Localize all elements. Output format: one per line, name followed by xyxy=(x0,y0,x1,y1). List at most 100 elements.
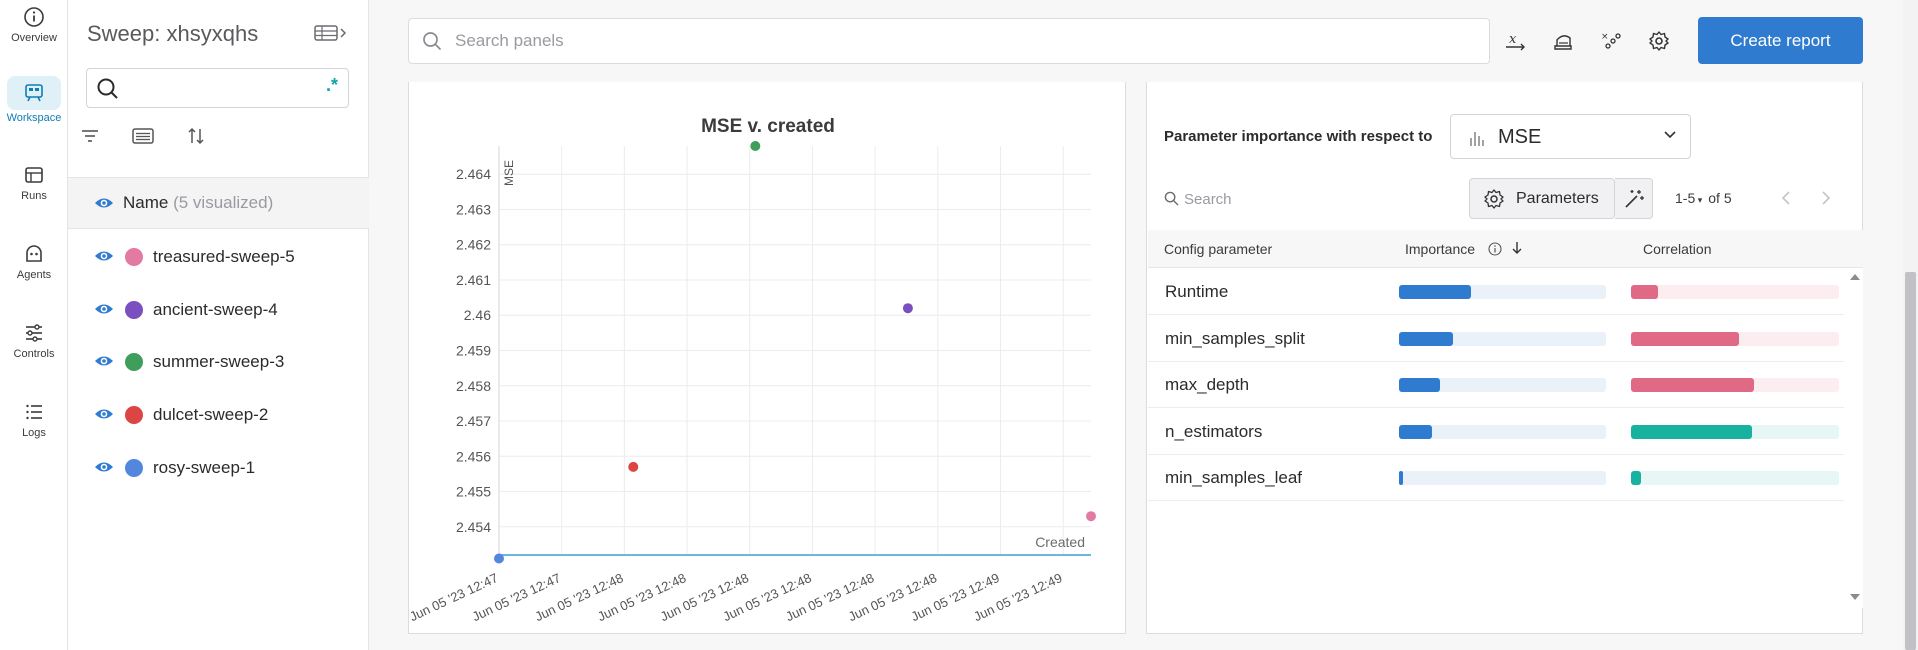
y-tick-label: 2.456 xyxy=(456,448,491,464)
scatter-chart[interactable]: 2.464 2.463 2.462 2.461 2.46 2.459 2.458 2.457 2… xyxy=(409,82,1127,634)
data-point[interactable] xyxy=(750,141,761,151)
nav-controls[interactable]: Controls xyxy=(0,322,68,360)
importance-bar-track xyxy=(1399,285,1606,299)
run-name[interactable]: dulcet-sweep-2 xyxy=(153,405,268,425)
scroll-down-arrow-icon[interactable] xyxy=(1850,594,1860,600)
chevron-down-icon xyxy=(1664,131,1676,139)
header-importance[interactable]: Importance xyxy=(1405,241,1475,257)
parameters-button[interactable]: Parameters xyxy=(1469,178,1615,219)
run-name[interactable]: summer-sweep-3 xyxy=(153,352,284,372)
param-table-scrollbar[interactable] xyxy=(1845,268,1863,608)
page-range-select[interactable]: 1-5 xyxy=(1675,190,1695,206)
nav-active-bg xyxy=(7,76,61,110)
run-color-dot[interactable] xyxy=(125,248,143,266)
eye-icon[interactable] xyxy=(94,459,114,475)
importance-bar xyxy=(1399,331,1453,346)
nav-workspace[interactable]: Workspace xyxy=(0,76,68,124)
metric-select[interactable]: MSE xyxy=(1450,114,1691,159)
run-row[interactable]: dulcet-sweep-2 xyxy=(68,396,369,436)
eye-icon[interactable] xyxy=(94,353,114,369)
y-tick-label: 2.458 xyxy=(456,378,491,394)
auto-params-button[interactable] xyxy=(1615,178,1653,219)
scroll-up-arrow-icon[interactable] xyxy=(1850,274,1860,280)
correlation-bar xyxy=(1631,331,1740,346)
data-point[interactable] xyxy=(1086,511,1096,522)
run-name[interactable]: rosy-sweep-1 xyxy=(153,458,255,478)
runs-name-header[interactable]: Name (5 visualized) xyxy=(68,177,369,229)
runs-search-input[interactable]: .* xyxy=(86,68,349,108)
correlation-bar xyxy=(1631,424,1752,439)
page-scrollbar-thumb[interactable] xyxy=(1905,272,1916,650)
data-point[interactable] xyxy=(902,303,913,314)
search-icon xyxy=(97,78,118,99)
importance-bar-track xyxy=(1399,424,1606,439)
regex-toggle[interactable]: .* xyxy=(326,75,338,96)
run-color-dot[interactable] xyxy=(125,301,143,319)
run-name[interactable]: ancient-sweep-4 xyxy=(153,300,278,320)
run-row[interactable]: treasured-sweep-5 xyxy=(68,238,369,278)
nav-label: Agents xyxy=(16,269,52,281)
data-point[interactable] xyxy=(628,461,639,472)
run-row[interactable]: rosy-sweep-1 xyxy=(68,449,369,489)
eye-icon[interactable] xyxy=(94,248,114,264)
param-name: Runtime xyxy=(1165,282,1229,301)
chevron-right-icon[interactable] xyxy=(1821,190,1831,206)
nav-logs[interactable]: Logs xyxy=(0,401,68,439)
importance-bar xyxy=(1399,285,1472,299)
y-tick-label: 2.46 xyxy=(464,307,491,323)
param-name: min_samples_split xyxy=(1165,328,1305,348)
panel-search-bar[interactable] xyxy=(408,18,1490,64)
run-row[interactable]: summer-sweep-3 xyxy=(68,343,369,383)
columns-icon[interactable] xyxy=(132,126,154,146)
param-row[interactable]: min_samples_leaf xyxy=(1148,455,1844,501)
chevron-left-icon[interactable] xyxy=(1781,190,1791,206)
eye-icon[interactable] xyxy=(94,301,114,317)
bar-chart-icon xyxy=(1470,132,1484,146)
nav-agents[interactable]: Agents xyxy=(0,243,68,281)
magic-wand-icon xyxy=(1625,190,1644,208)
param-row[interactable]: Runtime xyxy=(1148,269,1844,315)
panel-search-input[interactable] xyxy=(455,29,1355,53)
nav-label: Runs xyxy=(21,190,47,202)
run-name[interactable]: treasured-sweep-5 xyxy=(153,247,295,267)
correlation-bar-track xyxy=(1631,471,1839,485)
param-search-input[interactable] xyxy=(1184,189,1384,209)
sort-desc-arrow-icon[interactable] xyxy=(1511,241,1523,255)
param-name: n_estimators xyxy=(1165,421,1263,441)
nav-label: Workspace xyxy=(6,112,62,124)
run-color-dot[interactable] xyxy=(125,406,143,424)
run-color-dot[interactable] xyxy=(125,459,143,477)
table-view-toggle-icon[interactable] xyxy=(314,24,348,42)
svg-text:x: x xyxy=(1509,32,1517,47)
sort-icon[interactable] xyxy=(186,126,206,146)
sweep-title: Sweep: xhsyxqhs xyxy=(87,21,259,46)
run-color-dot[interactable] xyxy=(125,353,143,371)
param-row[interactable]: n_estimators xyxy=(1148,409,1844,455)
create-report-button[interactable]: Create report xyxy=(1698,17,1863,64)
param-row[interactable]: min_samples_split xyxy=(1148,316,1844,362)
importance-bar-track xyxy=(1399,471,1606,485)
search-icon xyxy=(423,32,442,51)
param-name: max_depth xyxy=(1165,375,1250,394)
x-axis-icon[interactable]: x xyxy=(1504,30,1526,52)
info-icon[interactable] xyxy=(1488,242,1502,256)
nav-runs[interactable]: Runs xyxy=(0,164,68,202)
param-row[interactable]: max_depth xyxy=(1148,362,1844,408)
eye-icon[interactable] xyxy=(94,406,114,422)
nav-overview[interactable]: Overview xyxy=(0,6,68,44)
header-config-parameter[interactable]: Config parameter xyxy=(1164,241,1272,257)
sliders-icon xyxy=(26,324,42,342)
eye-icon[interactable] xyxy=(94,195,114,211)
y-axis-label: MSE xyxy=(502,160,516,186)
metric-select-value: MSE xyxy=(1498,126,1542,148)
settings-gear-icon[interactable] xyxy=(1648,30,1670,52)
run-row[interactable]: ancient-sweep-4 xyxy=(68,291,369,331)
filter-icon[interactable] xyxy=(80,126,100,146)
outliers-icon[interactable]: × xyxy=(1600,30,1622,52)
page-total: of 5 xyxy=(1708,190,1732,206)
param-table-header: Config parameter Importance Correlation xyxy=(1148,230,1863,268)
header-correlation[interactable]: Correlation xyxy=(1643,241,1711,257)
nav-label: Overview xyxy=(11,32,57,44)
data-point[interactable] xyxy=(494,553,504,564)
smoothing-icon[interactable] xyxy=(1552,30,1574,52)
